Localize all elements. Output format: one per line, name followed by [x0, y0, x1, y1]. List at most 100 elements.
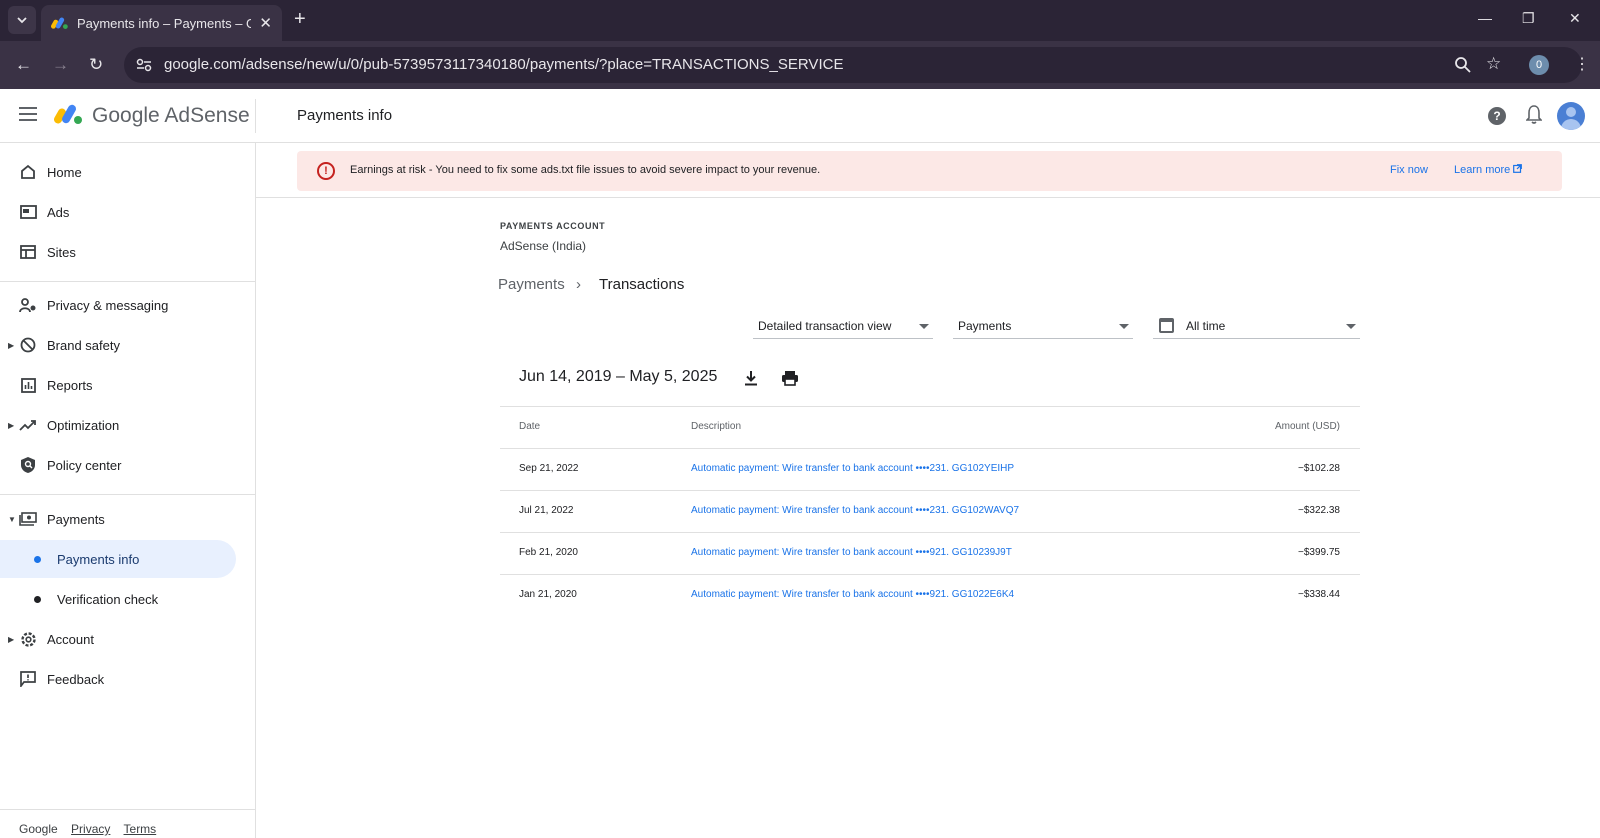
minimize-button[interactable]: —: [1478, 10, 1492, 26]
sidebar-item-home[interactable]: Home: [0, 153, 255, 191]
breadcrumb-payments-link[interactable]: Payments: [498, 276, 565, 293]
tab-search-button[interactable]: [8, 6, 36, 34]
sidebar-item-payments[interactable]: ▼ Payments: [0, 500, 255, 538]
sidebar-item-optimization[interactable]: ▶ Optimization: [0, 406, 255, 444]
breadcrumb-separator-icon: ›: [576, 276, 581, 293]
type-select[interactable]: Payments: [953, 314, 1133, 339]
date-range-value: All time: [1186, 319, 1226, 333]
browser-profile-avatar[interactable]: 0: [1529, 55, 1549, 75]
browser-tab[interactable]: Payments info – Payments – Go ✕: [41, 5, 282, 41]
earnings-at-risk-alert: ! Earnings at risk - You need to fix som…: [297, 151, 1562, 191]
transaction-date: Sep 21, 2022: [519, 463, 579, 474]
address-bar[interactable]: google.com/adsense/new/u/0/pub-573957311…: [124, 47, 1582, 83]
zoom-icon[interactable]: [1454, 56, 1471, 73]
transaction-amount: −$322.38: [1298, 505, 1340, 516]
bookmark-star-icon[interactable]: ☆: [1486, 54, 1501, 74]
ads-icon: [19, 203, 37, 221]
transaction-description-link[interactable]: Automatic payment: Wire transfer to bank…: [691, 547, 1012, 558]
description-column-header: Description: [691, 421, 742, 432]
learn-more-link[interactable]: Learn more: [1454, 164, 1523, 176]
sidebar-item-label: Sites: [47, 244, 76, 260]
notifications-bell-icon[interactable]: [1526, 105, 1542, 124]
collapse-caret-icon[interactable]: ▼: [8, 515, 16, 524]
browser-menu-icon[interactable]: ⋮: [1574, 54, 1590, 74]
new-tab-button[interactable]: +: [294, 8, 306, 31]
date-range-heading: Jun 14, 2019 – May 5, 2025: [519, 368, 718, 385]
payments-account-name: AdSense (India): [500, 239, 587, 253]
date-range-select[interactable]: All time: [1153, 314, 1360, 339]
expand-caret-icon[interactable]: ▶: [8, 341, 14, 350]
type-select-value: Payments: [958, 319, 1012, 333]
table-row: Jan 21, 2020 Automatic payment: Wire tra…: [500, 574, 1360, 616]
adsense-favicon-icon: [51, 17, 68, 29]
forward-arrow-icon[interactable]: →: [52, 55, 69, 75]
breadcrumb-current: Transactions: [599, 276, 685, 293]
product-logo-text: Google AdSense: [92, 104, 250, 128]
help-icon[interactable]: ?: [1488, 107, 1506, 125]
account-avatar[interactable]: [1557, 102, 1585, 130]
sidebar-item-label: Privacy & messaging: [47, 297, 169, 313]
sidebar-item-ads[interactable]: Ads: [0, 193, 255, 231]
tab-close-icon[interactable]: ✕: [259, 14, 272, 32]
sidebar-item-sites[interactable]: Sites: [0, 233, 255, 271]
sidebar-item-label: Policy center: [47, 457, 122, 473]
payments-icon: [19, 510, 37, 528]
site-info-icon[interactable]: [136, 58, 152, 72]
sidebar-item-label: Payments: [47, 511, 105, 527]
sidebar-item-label: Optimization: [47, 417, 120, 433]
transaction-amount: −$399.75: [1298, 547, 1340, 558]
view-select[interactable]: Detailed transaction view: [753, 314, 933, 339]
sidebar-item-reports[interactable]: Reports: [0, 366, 255, 404]
footer-google-text: Google: [19, 822, 58, 836]
logo-google-text: Google: [92, 104, 160, 127]
alert-message: Earnings at risk - You need to fix some …: [350, 164, 821, 176]
reload-icon[interactable]: ↻: [89, 55, 103, 75]
sidebar-divider: [0, 809, 255, 810]
transaction-description-link[interactable]: Automatic payment: Wire transfer to bank…: [691, 589, 1014, 600]
table-header-row: Date Description Amount (USD): [500, 406, 1360, 448]
expand-caret-icon[interactable]: ▶: [8, 635, 14, 644]
bullet-dot-icon: [34, 595, 41, 603]
transaction-date: Jan 21, 2020: [519, 589, 577, 600]
download-icon[interactable]: [744, 370, 758, 386]
transaction-description-link[interactable]: Automatic payment: Wire transfer to bank…: [691, 505, 1019, 516]
page-title: Payments info: [297, 107, 393, 124]
chevron-down-icon: [17, 16, 27, 23]
header-divider: [255, 99, 256, 133]
sites-icon: [19, 243, 37, 261]
print-icon[interactable]: [781, 370, 799, 386]
sidebar: Home Ads Sites Privacy & messaging ▶ Bra…: [0, 143, 256, 838]
sidebar-item-brand-safety[interactable]: ▶ Brand safety: [0, 326, 255, 364]
sidebar-item-feedback[interactable]: Feedback: [0, 660, 255, 698]
back-arrow-icon[interactable]: ←: [15, 55, 32, 75]
sidebar-item-policy-center[interactable]: Policy center: [0, 446, 255, 484]
close-window-button[interactable]: ✕: [1569, 10, 1581, 27]
dropdown-arrow-icon: [1346, 324, 1356, 329]
calendar-icon: [1159, 318, 1174, 333]
fix-now-link[interactable]: Fix now: [1390, 164, 1428, 176]
transactions-table: Date Description Amount (USD) Sep 21, 20…: [500, 406, 1360, 616]
sidebar-item-label: Brand safety: [47, 337, 120, 353]
footer-privacy-link[interactable]: Privacy: [71, 822, 110, 836]
trending-icon: [19, 416, 37, 434]
transaction-description-link[interactable]: Automatic payment: Wire transfer to bank…: [691, 463, 1014, 474]
transaction-amount: −$338.44: [1298, 589, 1340, 600]
restore-button[interactable]: ❐: [1522, 10, 1535, 27]
browser-toolbar: ← → ↻ google.com/adsense/new/u/0/pub-573…: [0, 41, 1600, 89]
transaction-date: Jul 21, 2022: [519, 505, 574, 516]
sidebar-item-verification-check[interactable]: Verification check: [0, 580, 255, 618]
sidebar-item-privacy-messaging[interactable]: Privacy & messaging: [0, 286, 255, 324]
main-menu-icon[interactable]: [19, 107, 37, 125]
amount-column-header: Amount (USD): [1274, 421, 1340, 432]
footer-terms-link[interactable]: Terms: [124, 822, 157, 836]
payments-account-label: PAYMENTS ACCOUNT: [500, 221, 606, 231]
privacy-icon: [19, 296, 37, 314]
sidebar-item-payments-info[interactable]: Payments info: [0, 540, 236, 578]
sidebar-divider: [0, 281, 255, 282]
home-icon: [19, 163, 37, 181]
sidebar-divider: [0, 494, 255, 495]
dropdown-arrow-icon: [1119, 324, 1129, 329]
table-row: Sep 21, 2022 Automatic payment: Wire tra…: [500, 448, 1360, 490]
sidebar-item-account[interactable]: ▶ Account: [0, 620, 255, 658]
expand-caret-icon[interactable]: ▶: [8, 421, 14, 430]
